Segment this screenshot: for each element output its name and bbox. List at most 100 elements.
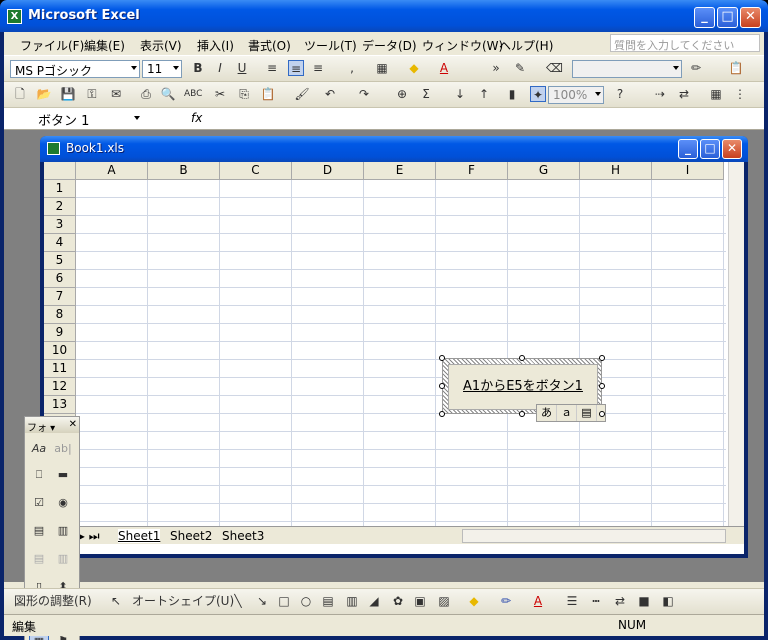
row-header[interactable]: 10 (44, 342, 76, 360)
undo-icon[interactable]: ↶ (322, 86, 338, 102)
resize-handle[interactable] (599, 355, 605, 361)
close-button[interactable]: ✕ (740, 7, 761, 28)
format-painter-icon[interactable]: 🖌 (294, 86, 310, 102)
spelling-icon[interactable]: ABC (184, 86, 202, 102)
research-icon[interactable]: ⇢ (652, 86, 668, 102)
tab-sheet3[interactable]: Sheet3 (222, 529, 264, 543)
email-icon[interactable]: ✉ (108, 86, 124, 102)
resize-handle[interactable] (599, 411, 605, 417)
grid-icon[interactable]: ▦ (708, 86, 724, 102)
worksheet-grid[interactable]: ABCDEFGHI12345678910111213141516171819 A… (44, 162, 744, 554)
more-icon[interactable]: ⋮ (732, 86, 748, 102)
close-icon[interactable]: ✕ (69, 419, 77, 430)
row-header[interactable]: 9 (44, 324, 76, 342)
autosum-icon[interactable]: Σ (418, 86, 434, 102)
line-style-icon[interactable]: ☰ (564, 593, 580, 609)
column-header[interactable]: E (364, 162, 436, 180)
row-header[interactable]: 4 (44, 234, 76, 252)
checkbox-tool-icon[interactable]: ☑ (29, 493, 49, 513)
zoom-combo[interactable]: 100% (548, 86, 604, 104)
align-left-icon[interactable]: ≡ (264, 60, 280, 76)
font-color-icon[interactable]: A (530, 593, 546, 609)
cut-icon[interactable]: ✂ (212, 86, 228, 102)
font-color-icon[interactable]: A (436, 60, 452, 76)
fill-color-icon[interactable]: ◆ (406, 60, 422, 76)
sort-desc-icon[interactable]: ↑ (476, 86, 492, 102)
minimize-button[interactable]: _ (694, 7, 715, 28)
row-header[interactable]: 2 (44, 198, 76, 216)
print-icon[interactable]: ⎙ (138, 86, 154, 102)
chart-wizard-icon[interactable]: ▮ (504, 86, 520, 102)
ime-hiragana-button[interactable]: あ (537, 405, 557, 421)
image-icon[interactable]: ▨ (436, 593, 452, 609)
column-header[interactable]: H (580, 162, 652, 180)
menu-edit[interactable]: 編集(E) (84, 37, 125, 54)
option-tool-icon[interactable]: ◉ (53, 493, 73, 513)
wordart-icon[interactable]: ▥ (344, 593, 360, 609)
hyperlink-icon[interactable]: ⊕ (394, 86, 410, 102)
3d-icon[interactable]: ◧ (660, 593, 676, 609)
sort-asc-icon[interactable]: ↓ (452, 86, 468, 102)
fill-color-icon[interactable]: ◆ (466, 593, 482, 609)
paste-special-icon[interactable]: 📋 (728, 60, 744, 76)
maximize-button[interactable]: □ (717, 7, 738, 28)
column-header[interactable]: B (148, 162, 220, 180)
line-tool-icon[interactable]: ╲ (230, 593, 246, 609)
resize-handle[interactable] (439, 355, 445, 361)
listbox-tool-icon[interactable]: ▤ (29, 521, 49, 541)
combobox-tool-icon[interactable]: ▥ (53, 521, 73, 541)
textbox-tool-icon[interactable]: ▤ (320, 593, 336, 609)
row-header[interactable]: 6 (44, 270, 76, 288)
font-name-combo[interactable]: MS Pゴシック (10, 60, 140, 78)
menu-file[interactable]: ファイル(F) (20, 37, 84, 54)
column-header[interactable]: C (220, 162, 292, 180)
chevron-down-icon[interactable] (134, 116, 140, 120)
menu-insert[interactable]: 挿入(I) (197, 37, 234, 54)
column-header[interactable]: D (292, 162, 364, 180)
line-color-icon[interactable]: ✏ (498, 593, 514, 609)
oval-tool-icon[interactable]: ○ (298, 593, 314, 609)
comma-style-icon[interactable]: , (344, 60, 360, 76)
print-preview-icon[interactable]: 🔍 (160, 86, 176, 102)
editbox-tool-icon[interactable]: ab| (53, 439, 73, 459)
bold-button[interactable]: B (190, 60, 206, 76)
excel-app-icon[interactable]: X (7, 9, 22, 24)
question-input[interactable]: 質問を入力してください (610, 34, 760, 52)
pen-icon[interactable]: ✎ (512, 60, 528, 76)
menu-view[interactable]: 表示(V) (140, 37, 182, 54)
font-size-combo[interactable]: 11 (142, 60, 182, 78)
italic-button[interactable]: I (212, 60, 228, 76)
tab-sheet1[interactable]: Sheet1 (118, 529, 161, 543)
groupbox-tool-icon[interactable]: ⎕ (29, 465, 49, 485)
dash-style-icon[interactable]: ┅ (588, 593, 604, 609)
row-header[interactable]: 8 (44, 306, 76, 324)
clipart-icon[interactable]: ✿ (390, 593, 406, 609)
combo-dropdown-icon[interactable]: ▥ (53, 549, 73, 569)
workbook-close-button[interactable]: ✕ (722, 139, 742, 159)
resize-handle[interactable] (439, 411, 445, 417)
row-header[interactable]: 7 (44, 288, 76, 306)
borders-icon[interactable]: ▦ (374, 60, 390, 76)
shadow-icon[interactable]: ■ (636, 593, 652, 609)
workbook-maximize-button[interactable]: □ (700, 139, 720, 159)
redo-icon[interactable]: ↷ (356, 86, 372, 102)
help-icon[interactable]: ? (612, 86, 628, 102)
resize-handle[interactable] (519, 355, 525, 361)
row-header[interactable]: 1 (44, 180, 76, 198)
open-icon[interactable]: 📂 (36, 86, 52, 102)
select-objects-icon[interactable]: ↖ (108, 593, 124, 609)
paste-icon[interactable]: 📋 (260, 86, 276, 102)
arrow-style-icon[interactable]: ⇄ (612, 593, 628, 609)
rectangle-tool-icon[interactable]: □ (276, 593, 292, 609)
tab-sheet2[interactable]: Sheet2 (170, 529, 212, 543)
combo-list-icon[interactable]: ▤ (29, 549, 49, 569)
row-header[interactable]: 3 (44, 216, 76, 234)
column-header[interactable]: F (436, 162, 508, 180)
line-style-combo[interactable] (572, 60, 682, 78)
menu-format[interactable]: 書式(O) (248, 37, 291, 54)
toggle-icon[interactable]: ⇄ (676, 86, 692, 102)
draw-adjust-menu[interactable]: 図形の調整(R) (14, 593, 92, 609)
label-tool-icon[interactable]: Aa (29, 439, 49, 459)
line-color-icon[interactable]: ✏ (688, 60, 704, 76)
autoshape-menu[interactable]: オートシェイプ(U) (132, 593, 234, 609)
